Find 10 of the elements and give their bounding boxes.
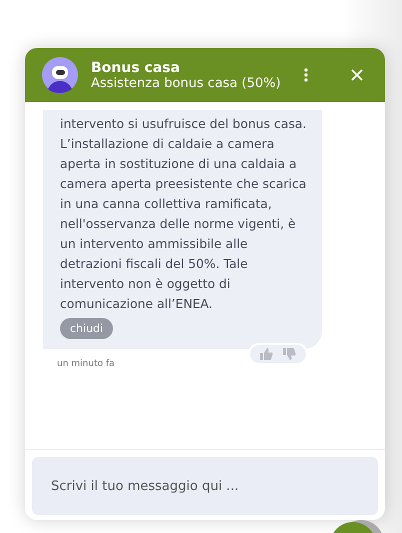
thumbs-up-icon[interactable] bbox=[260, 348, 273, 360]
close-chip[interactable]: chiudi bbox=[60, 318, 114, 339]
message-text: intervento si usufruisce del bonus casa. bbox=[60, 115, 306, 133]
chat-subtitle: Assistenza bonus casa (50%) bbox=[91, 76, 282, 90]
message-time: un minuto fa bbox=[57, 359, 115, 369]
robot-avatar-icon bbox=[42, 57, 78, 93]
message-input-field[interactable]: Scrivi il tuo messaggio qui ... bbox=[32, 457, 378, 515]
message-text: L’installazione di caldaie a camera aperta in sostituzione di una caldaia a camera aperta preesistente che scarica in una canna collettiva ramificata, nell'osservanza delle norme vigenti, è un intervento ammissibile alle detrazioni fiscali del 50%. Tale intervento non è oggetto di comunicazione all’ENEA. bbox=[60, 135, 308, 313]
chat-title: Bonus casa bbox=[91, 60, 181, 76]
thumbs-down-icon[interactable] bbox=[283, 348, 296, 360]
